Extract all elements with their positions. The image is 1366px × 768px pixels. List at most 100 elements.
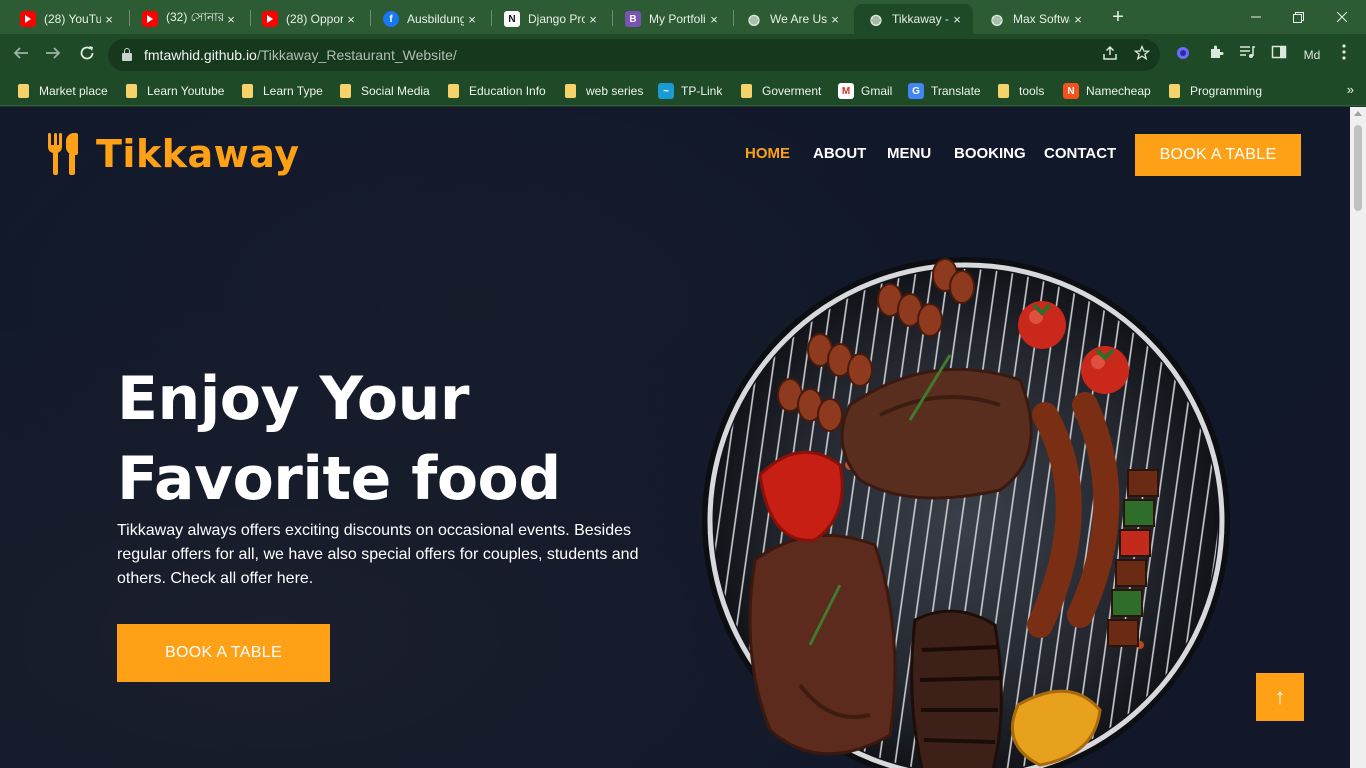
forward-button[interactable] xyxy=(40,43,66,67)
new-tab-button[interactable]: + xyxy=(1106,6,1130,28)
bookmark-link[interactable]: ~ TP-Link xyxy=(658,82,722,100)
bookmarks-bar: Market place Learn Youtube Learn Type So… xyxy=(0,76,1366,106)
bookmark-label: Learn Youtube xyxy=(147,84,225,98)
bookmark-label: Goverment xyxy=(762,84,822,98)
bookmark-folder[interactable]: Goverment xyxy=(741,82,821,100)
bookmark-link[interactable]: M Gmail xyxy=(838,82,892,100)
bookmark-folder[interactable]: Learn Type xyxy=(242,82,323,100)
close-icon[interactable]: × xyxy=(464,12,480,27)
tp-link-icon: ~ xyxy=(658,83,674,99)
browser-tab[interactable]: (32) সোনার × xyxy=(128,4,247,34)
nav-book-table-button[interactable]: BOOK A TABLE xyxy=(1135,134,1301,176)
browser-tab[interactable]: f Ausbildung × xyxy=(369,4,488,34)
browser-tab[interactable]: (28) YouTube × xyxy=(6,4,125,34)
browser-tab[interactable]: ◍ We Are Us × xyxy=(732,4,851,34)
back-to-top-button[interactable]: ↑ xyxy=(1256,673,1304,721)
browser-tab[interactable]: B My Portfolio × xyxy=(611,4,730,34)
close-icon[interactable]: × xyxy=(101,12,117,27)
bookmark-link[interactable]: N Namecheap xyxy=(1063,82,1151,100)
tab-title: (28) Opportunity xyxy=(286,12,343,26)
close-icon[interactable]: × xyxy=(585,12,601,27)
nav-about[interactable]: ABOUT xyxy=(813,145,866,162)
translate-icon: G xyxy=(908,83,924,99)
close-icon[interactable]: × xyxy=(706,12,722,27)
close-icon[interactable]: × xyxy=(827,12,843,27)
hero-description: Tikkaway always offers exciting discount… xyxy=(117,522,639,587)
puzzle-icon[interactable] xyxy=(1205,44,1227,66)
bookmark-link[interactable]: G Translate xyxy=(908,82,981,100)
nav-booking[interactable]: BOOKING xyxy=(954,145,1026,162)
maximize-button[interactable] xyxy=(1276,0,1320,34)
address-bar[interactable]: fmtawhid.github.io/Tikkaway_Restaurant_W… xyxy=(108,39,1160,71)
media-control-icon[interactable] xyxy=(1236,44,1258,66)
bookmark-label: Gmail xyxy=(861,84,893,98)
hero-title: Enjoy Your Favorite food xyxy=(117,359,561,519)
close-icon[interactable]: × xyxy=(223,12,239,27)
more-options-icon[interactable] xyxy=(1333,44,1355,66)
tab-title: (32) সোনার xyxy=(166,10,223,24)
extension-icon[interactable] xyxy=(1172,44,1194,66)
bookmarks-overflow-button[interactable]: » xyxy=(1347,82,1354,97)
folder-icon xyxy=(126,84,137,98)
profile-button[interactable]: Md xyxy=(1300,44,1324,66)
bootstrap-icon: B xyxy=(625,11,641,27)
hero-book-table-button[interactable]: BOOK A TABLE xyxy=(117,624,330,682)
url-path: /Tikkaway_Restaurant_Website/ xyxy=(256,47,457,63)
bookmark-label: Market place xyxy=(39,84,108,98)
bookmark-label: web series xyxy=(586,84,644,98)
browser-tab[interactable]: (28) Opportunity × xyxy=(248,4,367,34)
bookmark-folder[interactable]: Social Media xyxy=(340,82,430,100)
bookmark-label: tools xyxy=(1019,84,1045,98)
close-icon[interactable]: × xyxy=(1070,12,1086,27)
nav-contact[interactable]: CONTACT xyxy=(1044,145,1116,162)
site-logo[interactable]: Tikkaway xyxy=(48,132,299,176)
close-icon[interactable]: × xyxy=(949,12,965,27)
scrollbar-thumb[interactable] xyxy=(1354,125,1362,211)
close-icon[interactable]: × xyxy=(343,12,359,27)
bookmark-folder[interactable]: Education Info xyxy=(448,82,546,100)
bookmark-label: Translate xyxy=(931,84,981,98)
browser-tab[interactable]: N Django Project × xyxy=(490,4,609,34)
side-panel-icon[interactable] xyxy=(1268,44,1290,66)
bookmark-folder[interactable]: web series xyxy=(565,82,643,100)
folder-icon xyxy=(448,84,459,98)
hero-title-line1: Enjoy Your xyxy=(117,364,469,434)
window-close-button[interactable] xyxy=(1320,0,1364,34)
reload-button[interactable] xyxy=(74,43,100,67)
bookmark-label: Programming xyxy=(1190,84,1263,98)
nav-home[interactable]: HOME xyxy=(745,145,790,162)
url-host: fmtawhid.github.io xyxy=(144,47,257,63)
tab-title: My Portfolio xyxy=(649,12,706,26)
globe-icon: ◍ xyxy=(869,10,883,27)
utensils-icon xyxy=(48,133,82,175)
scroll-up-icon[interactable] xyxy=(1354,111,1362,116)
folder-icon xyxy=(242,84,253,98)
browser-tab-active[interactable]: ◍ Tikkaway - Restaurant × xyxy=(854,4,973,34)
tab-title: Ausbildung xyxy=(407,12,464,26)
minimize-button[interactable] xyxy=(1234,0,1278,34)
page-scrollbar[interactable] xyxy=(1350,107,1366,768)
logo-text: Tikkaway xyxy=(96,132,300,176)
gmail-icon: M xyxy=(838,83,854,99)
grilled-food-image xyxy=(702,257,1230,768)
browser-tab[interactable]: ◍ Max Software × xyxy=(975,4,1094,34)
folder-icon xyxy=(1169,84,1180,98)
youtube-icon xyxy=(262,11,278,27)
tab-title: We Are Us xyxy=(770,12,827,26)
bookmark-folder[interactable]: Programming xyxy=(1169,82,1262,100)
back-button[interactable] xyxy=(8,43,34,67)
share-icon[interactable] xyxy=(1102,45,1118,66)
bookmark-label: TP-Link xyxy=(681,84,723,98)
nav-menu[interactable]: MENU xyxy=(887,145,931,162)
folder-icon xyxy=(998,84,1009,98)
namecheap-icon: N xyxy=(1063,83,1079,99)
youtube-icon xyxy=(20,11,36,27)
folder-icon xyxy=(340,84,351,98)
bookmark-folder[interactable]: tools xyxy=(998,82,1044,100)
tab-title: (28) YouTube xyxy=(44,12,101,26)
bookmark-star-icon[interactable] xyxy=(1133,44,1151,66)
tab-title: Max Software xyxy=(1013,12,1070,26)
bookmark-label: Namecheap xyxy=(1086,84,1151,98)
bookmark-folder[interactable]: Learn Youtube xyxy=(126,82,224,100)
bookmark-folder[interactable]: Market place xyxy=(18,82,108,100)
